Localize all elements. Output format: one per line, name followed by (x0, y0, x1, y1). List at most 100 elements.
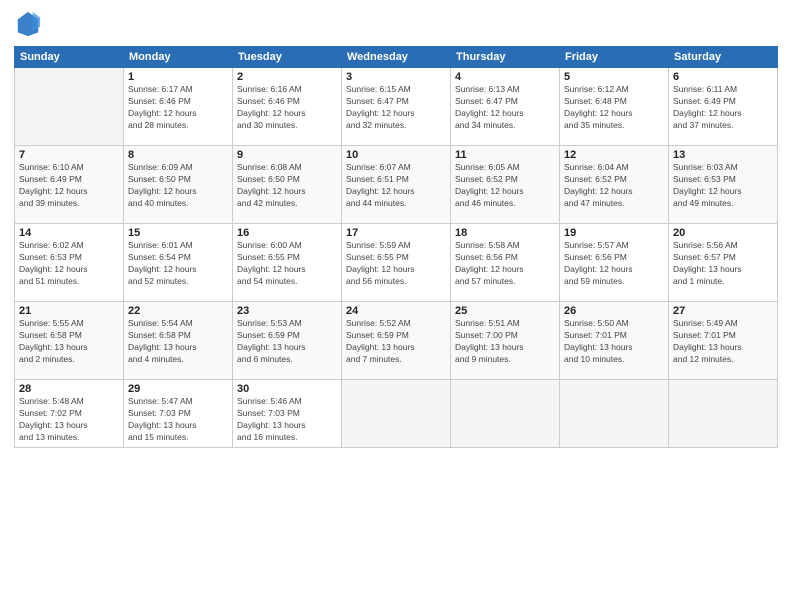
day-number: 14 (19, 227, 119, 239)
day-info: Sunrise: 5:59 AM Sunset: 6:55 PM Dayligh… (346, 240, 446, 288)
day-info: Sunrise: 6:16 AM Sunset: 6:46 PM Dayligh… (237, 84, 337, 132)
calendar-cell: 26Sunrise: 5:50 AM Sunset: 7:01 PM Dayli… (560, 302, 669, 380)
day-number: 23 (237, 305, 337, 317)
weekday-header-sunday: Sunday (15, 47, 124, 68)
calendar-cell (560, 380, 669, 448)
calendar-cell: 6Sunrise: 6:11 AM Sunset: 6:49 PM Daylig… (669, 68, 778, 146)
day-info: Sunrise: 5:46 AM Sunset: 7:03 PM Dayligh… (237, 396, 337, 444)
day-number: 1 (128, 71, 228, 83)
day-info: Sunrise: 5:47 AM Sunset: 7:03 PM Dayligh… (128, 396, 228, 444)
day-info: Sunrise: 6:00 AM Sunset: 6:55 PM Dayligh… (237, 240, 337, 288)
day-info: Sunrise: 6:12 AM Sunset: 6:48 PM Dayligh… (564, 84, 664, 132)
day-number: 5 (564, 71, 664, 83)
day-number: 2 (237, 71, 337, 83)
calendar-week-row: 14Sunrise: 6:02 AM Sunset: 6:53 PM Dayli… (15, 224, 778, 302)
day-number: 19 (564, 227, 664, 239)
day-number: 13 (673, 149, 773, 161)
calendar-cell: 7Sunrise: 6:10 AM Sunset: 6:49 PM Daylig… (15, 146, 124, 224)
calendar-cell: 18Sunrise: 5:58 AM Sunset: 6:56 PM Dayli… (451, 224, 560, 302)
day-info: Sunrise: 6:03 AM Sunset: 6:53 PM Dayligh… (673, 162, 773, 210)
calendar-cell: 9Sunrise: 6:08 AM Sunset: 6:50 PM Daylig… (233, 146, 342, 224)
calendar-cell: 10Sunrise: 6:07 AM Sunset: 6:51 PM Dayli… (342, 146, 451, 224)
day-info: Sunrise: 6:17 AM Sunset: 6:46 PM Dayligh… (128, 84, 228, 132)
day-info: Sunrise: 5:55 AM Sunset: 6:58 PM Dayligh… (19, 318, 119, 366)
calendar-week-row: 7Sunrise: 6:10 AM Sunset: 6:49 PM Daylig… (15, 146, 778, 224)
calendar-cell: 28Sunrise: 5:48 AM Sunset: 7:02 PM Dayli… (15, 380, 124, 448)
day-number: 8 (128, 149, 228, 161)
calendar-cell: 24Sunrise: 5:52 AM Sunset: 6:59 PM Dayli… (342, 302, 451, 380)
day-info: Sunrise: 5:51 AM Sunset: 7:00 PM Dayligh… (455, 318, 555, 366)
day-info: Sunrise: 5:48 AM Sunset: 7:02 PM Dayligh… (19, 396, 119, 444)
calendar-cell: 8Sunrise: 6:09 AM Sunset: 6:50 PM Daylig… (124, 146, 233, 224)
day-number: 26 (564, 305, 664, 317)
header (14, 10, 778, 38)
calendar-cell: 12Sunrise: 6:04 AM Sunset: 6:52 PM Dayli… (560, 146, 669, 224)
day-number: 3 (346, 71, 446, 83)
calendar-cell: 27Sunrise: 5:49 AM Sunset: 7:01 PM Dayli… (669, 302, 778, 380)
calendar-cell: 11Sunrise: 6:05 AM Sunset: 6:52 PM Dayli… (451, 146, 560, 224)
day-number: 17 (346, 227, 446, 239)
day-info: Sunrise: 6:09 AM Sunset: 6:50 PM Dayligh… (128, 162, 228, 210)
day-number: 30 (237, 383, 337, 395)
calendar-cell: 16Sunrise: 6:00 AM Sunset: 6:55 PM Dayli… (233, 224, 342, 302)
day-number: 28 (19, 383, 119, 395)
calendar-cell: 3Sunrise: 6:15 AM Sunset: 6:47 PM Daylig… (342, 68, 451, 146)
calendar-cell: 30Sunrise: 5:46 AM Sunset: 7:03 PM Dayli… (233, 380, 342, 448)
calendar-cell: 22Sunrise: 5:54 AM Sunset: 6:58 PM Dayli… (124, 302, 233, 380)
page: SundayMondayTuesdayWednesdayThursdayFrid… (0, 0, 792, 612)
calendar-cell: 5Sunrise: 6:12 AM Sunset: 6:48 PM Daylig… (560, 68, 669, 146)
calendar-week-row: 28Sunrise: 5:48 AM Sunset: 7:02 PM Dayli… (15, 380, 778, 448)
day-info: Sunrise: 6:15 AM Sunset: 6:47 PM Dayligh… (346, 84, 446, 132)
day-number: 21 (19, 305, 119, 317)
weekday-header-thursday: Thursday (451, 47, 560, 68)
logo (14, 10, 46, 38)
day-info: Sunrise: 5:54 AM Sunset: 6:58 PM Dayligh… (128, 318, 228, 366)
day-number: 16 (237, 227, 337, 239)
day-number: 12 (564, 149, 664, 161)
day-info: Sunrise: 6:05 AM Sunset: 6:52 PM Dayligh… (455, 162, 555, 210)
day-info: Sunrise: 6:04 AM Sunset: 6:52 PM Dayligh… (564, 162, 664, 210)
day-number: 6 (673, 71, 773, 83)
day-info: Sunrise: 6:07 AM Sunset: 6:51 PM Dayligh… (346, 162, 446, 210)
calendar-cell: 14Sunrise: 6:02 AM Sunset: 6:53 PM Dayli… (15, 224, 124, 302)
calendar-cell: 29Sunrise: 5:47 AM Sunset: 7:03 PM Dayli… (124, 380, 233, 448)
calendar-cell: 25Sunrise: 5:51 AM Sunset: 7:00 PM Dayli… (451, 302, 560, 380)
day-number: 15 (128, 227, 228, 239)
calendar-cell: 1Sunrise: 6:17 AM Sunset: 6:46 PM Daylig… (124, 68, 233, 146)
day-info: Sunrise: 5:58 AM Sunset: 6:56 PM Dayligh… (455, 240, 555, 288)
calendar-table: SundayMondayTuesdayWednesdayThursdayFrid… (14, 46, 778, 448)
day-info: Sunrise: 6:10 AM Sunset: 6:49 PM Dayligh… (19, 162, 119, 210)
day-number: 27 (673, 305, 773, 317)
day-info: Sunrise: 5:49 AM Sunset: 7:01 PM Dayligh… (673, 318, 773, 366)
calendar-cell: 17Sunrise: 5:59 AM Sunset: 6:55 PM Dayli… (342, 224, 451, 302)
day-info: Sunrise: 5:50 AM Sunset: 7:01 PM Dayligh… (564, 318, 664, 366)
calendar-cell (451, 380, 560, 448)
calendar-cell (342, 380, 451, 448)
logo-icon (14, 10, 42, 38)
day-info: Sunrise: 6:08 AM Sunset: 6:50 PM Dayligh… (237, 162, 337, 210)
calendar-cell: 20Sunrise: 5:56 AM Sunset: 6:57 PM Dayli… (669, 224, 778, 302)
weekday-header-monday: Monday (124, 47, 233, 68)
calendar-cell: 21Sunrise: 5:55 AM Sunset: 6:58 PM Dayli… (15, 302, 124, 380)
calendar-week-row: 1Sunrise: 6:17 AM Sunset: 6:46 PM Daylig… (15, 68, 778, 146)
calendar-week-row: 21Sunrise: 5:55 AM Sunset: 6:58 PM Dayli… (15, 302, 778, 380)
day-info: Sunrise: 6:02 AM Sunset: 6:53 PM Dayligh… (19, 240, 119, 288)
day-number: 9 (237, 149, 337, 161)
weekday-header-wednesday: Wednesday (342, 47, 451, 68)
calendar-cell (669, 380, 778, 448)
calendar-cell: 19Sunrise: 5:57 AM Sunset: 6:56 PM Dayli… (560, 224, 669, 302)
weekday-header-row: SundayMondayTuesdayWednesdayThursdayFrid… (15, 47, 778, 68)
day-number: 10 (346, 149, 446, 161)
calendar-cell: 13Sunrise: 6:03 AM Sunset: 6:53 PM Dayli… (669, 146, 778, 224)
day-number: 4 (455, 71, 555, 83)
day-info: Sunrise: 5:57 AM Sunset: 6:56 PM Dayligh… (564, 240, 664, 288)
day-info: Sunrise: 6:13 AM Sunset: 6:47 PM Dayligh… (455, 84, 555, 132)
day-number: 22 (128, 305, 228, 317)
calendar-cell: 23Sunrise: 5:53 AM Sunset: 6:59 PM Dayli… (233, 302, 342, 380)
day-number: 11 (455, 149, 555, 161)
day-number: 24 (346, 305, 446, 317)
day-number: 18 (455, 227, 555, 239)
day-number: 20 (673, 227, 773, 239)
day-info: Sunrise: 6:01 AM Sunset: 6:54 PM Dayligh… (128, 240, 228, 288)
day-info: Sunrise: 5:52 AM Sunset: 6:59 PM Dayligh… (346, 318, 446, 366)
